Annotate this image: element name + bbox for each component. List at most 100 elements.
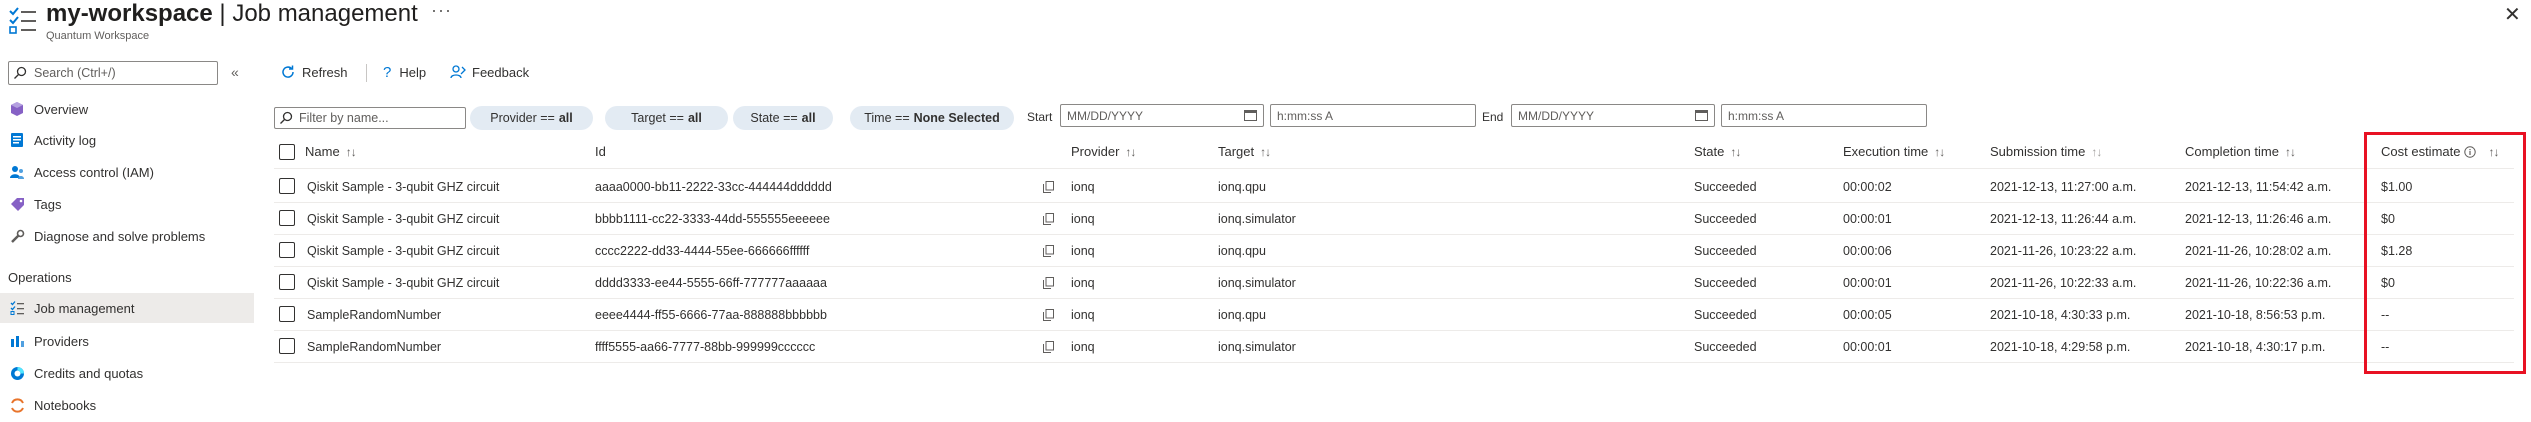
end-date-input[interactable]: MM/DD/YYYY <box>1511 104 1715 127</box>
copy-icon[interactable] <box>1043 213 1054 225</box>
job-name-link[interactable]: Qiskit Sample - 3-qubit GHZ circuit <box>307 276 499 290</box>
job-provider: ionq <box>1071 244 1095 258</box>
start-label: Start <box>1027 110 1053 124</box>
row-checkbox[interactable] <box>279 178 295 194</box>
column-label: Provider <box>1071 144 1120 159</box>
help-label: Help <box>399 65 427 80</box>
job-execution-time: 00:00:01 <box>1843 276 1892 290</box>
end-time-input[interactable]: h:mm:ss A <box>1721 104 1927 127</box>
overview-icon <box>8 101 26 117</box>
pill-label: Time == <box>864 111 910 125</box>
sort-icon: ↑↓ <box>2091 144 2102 159</box>
sidebar-item-overview[interactable]: Overview <box>0 94 254 124</box>
job-execution-time: 00:00:01 <box>1843 340 1892 354</box>
row-checkbox[interactable] <box>279 306 295 322</box>
sidebar-item-credits-quotas[interactable]: Credits and quotas <box>0 358 254 388</box>
search-icon <box>279 111 293 125</box>
job-state: Succeeded <box>1694 212 1757 226</box>
copy-icon[interactable] <box>1043 245 1054 257</box>
job-provider: ionq <box>1071 180 1095 194</box>
job-state: Succeeded <box>1694 308 1757 322</box>
job-name-link[interactable]: Qiskit Sample - 3-qubit GHZ circuit <box>307 212 499 226</box>
sort-icon: ↑↓ <box>1260 144 1271 159</box>
workspace-name: my-workspace <box>46 0 213 27</box>
more-options-button[interactable]: ··· <box>431 0 452 21</box>
calendar-icon[interactable] <box>1695 109 1708 121</box>
filter-name-placeholder: Filter by name... <box>299 111 389 125</box>
sidebar-item-label: Activity log <box>34 132 97 148</box>
pill-value: all <box>687 111 702 125</box>
job-id: ffff5555-aa66-7777-88bb-999999cccccc <box>595 340 816 354</box>
date-placeholder: MM/DD/YYYY <box>1067 109 1144 123</box>
sidebar-item-tags[interactable]: Tags <box>0 189 254 219</box>
copy-icon[interactable] <box>1043 277 1054 289</box>
sidebar-item-providers[interactable]: Providers <box>0 326 254 356</box>
sidebar-item-label: Job management <box>34 300 135 316</box>
row-checkbox[interactable] <box>279 274 295 290</box>
target-filter-pill[interactable]: Target == all <box>605 106 728 130</box>
job-completion-time: 2021-11-26, 10:28:02 a.m. <box>2185 244 2332 258</box>
sidebar-item-notebooks[interactable]: Notebooks <box>0 390 254 420</box>
job-name-link[interactable]: Qiskit Sample - 3-qubit GHZ circuit <box>307 244 499 258</box>
feedback-button[interactable]: Feedback <box>450 64 529 80</box>
row-checkbox[interactable] <box>279 242 295 258</box>
sort-icon: ↑↓ <box>2284 144 2296 159</box>
close-button[interactable]: ✕ <box>2504 2 2521 27</box>
select-all-checkbox[interactable] <box>279 144 295 160</box>
start-date-input[interactable]: MM/DD/YYYY <box>1060 104 1264 127</box>
column-header-submission-time[interactable]: Submission time ↑↓ <box>1990 144 2102 159</box>
job-submission-time: 2021-12-13, 11:26:44 a.m. <box>1990 212 2137 226</box>
column-header-target[interactable]: Target ↑↓ <box>1218 144 1271 159</box>
copy-icon[interactable] <box>1043 309 1054 321</box>
column-header-execution-time[interactable]: Execution time ↑↓ <box>1843 144 1945 159</box>
help-button[interactable]: ? Help <box>383 64 426 81</box>
column-header-provider[interactable]: Provider ↑↓ <box>1071 144 1136 159</box>
job-target: ionq.simulator <box>1218 276 1296 290</box>
copy-icon[interactable] <box>1043 181 1054 193</box>
state-filter-pill[interactable]: State == all <box>733 106 833 130</box>
cost-estimate-highlight <box>2364 132 2526 374</box>
column-header-completion-time[interactable]: Completion time ↑↓ <box>2185 144 2296 159</box>
sidebar-search-input[interactable]: Search (Ctrl+/) <box>8 61 218 85</box>
sort-icon: ↑↓ <box>1730 144 1741 159</box>
job-id: aaaa0000-bb11-2222-33cc-444444dddddd <box>595 180 832 194</box>
question-mark-icon: ? <box>383 64 392 81</box>
job-name-link[interactable]: SampleRandomNumber <box>307 340 441 354</box>
job-execution-time: 00:00:05 <box>1843 308 1892 322</box>
row-checkbox[interactable] <box>279 338 295 354</box>
pill-value: all <box>558 111 573 125</box>
filter-by-name-input[interactable]: Filter by name... <box>274 107 466 129</box>
column-header-state[interactable]: State ↑↓ <box>1694 144 1741 159</box>
calendar-icon[interactable] <box>1244 109 1257 121</box>
title-separator: | <box>212 0 233 27</box>
job-name-link[interactable]: SampleRandomNumber <box>307 308 441 322</box>
job-submission-time: 2021-10-18, 4:30:33 p.m. <box>1990 308 2131 322</box>
collapse-sidebar-button[interactable]: « <box>231 64 239 80</box>
pill-value: all <box>801 111 816 125</box>
row-divider <box>274 298 2514 299</box>
job-name-link[interactable]: Qiskit Sample - 3-qubit GHZ circuit <box>307 180 499 194</box>
job-state: Succeeded <box>1694 244 1757 258</box>
row-divider <box>274 234 2514 235</box>
copy-icon[interactable] <box>1043 341 1054 353</box>
sidebar-item-diagnose[interactable]: Diagnose and solve problems <box>0 221 254 251</box>
access-control-icon <box>8 164 26 180</box>
job-list-icon <box>8 300 26 316</box>
start-time-input[interactable]: h:mm:ss A <box>1270 104 1476 127</box>
pill-label: State == <box>750 111 798 125</box>
job-provider: ionq <box>1071 308 1095 322</box>
sidebar-item-job-management[interactable]: Job management <box>0 293 254 323</box>
job-target: ionq.qpu <box>1218 308 1266 322</box>
job-submission-time: 2021-12-13, 11:27:00 a.m. <box>1990 180 2137 194</box>
page-name: Job management <box>232 0 418 27</box>
refresh-button[interactable]: Refresh <box>280 64 348 80</box>
row-checkbox[interactable] <box>279 210 295 226</box>
sidebar-item-access-control[interactable]: Access control (IAM) <box>0 157 254 187</box>
search-icon <box>13 66 27 80</box>
column-label: Completion time <box>2185 144 2279 159</box>
provider-filter-pill[interactable]: Provider == all <box>470 106 593 130</box>
time-filter-pill[interactable]: Time == None Selected <box>850 106 1014 130</box>
sidebar-item-activity-log[interactable]: Activity log <box>0 125 254 155</box>
column-header-name[interactable]: Name ↑↓ <box>305 144 357 159</box>
tag-icon <box>8 196 26 212</box>
